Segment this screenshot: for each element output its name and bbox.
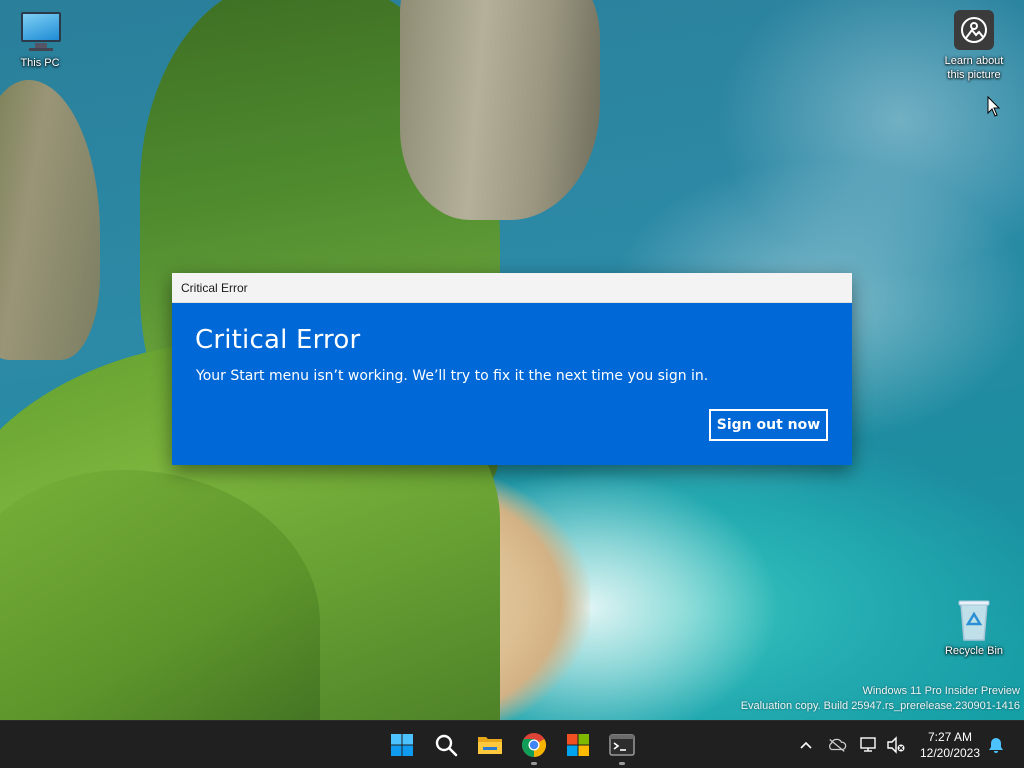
volume-muted-icon (887, 736, 905, 754)
running-indicator (619, 762, 625, 765)
file-explorer-icon (478, 737, 502, 754)
terminal-icon (609, 734, 635, 756)
taskbar-chrome[interactable] (518, 729, 550, 765)
desktop-icon-label: Learn about (944, 55, 1004, 67)
notifications-button[interactable] (986, 735, 1006, 755)
clock-date: 12/20/2023 (919, 746, 981, 760)
search-icon (435, 734, 458, 757)
start-button[interactable] (386, 729, 418, 761)
onedrive-tray-button[interactable] (827, 735, 847, 755)
mouse-cursor-icon (987, 95, 1001, 123)
network-tray-button[interactable] (859, 735, 879, 755)
taskbar-terminal[interactable] (606, 729, 638, 765)
dialog-message: Your Start menu isn’t working. We’ll try… (196, 368, 709, 384)
desktop-icon-learn-about-picture[interactable]: Learn about this picture (936, 10, 1012, 82)
critical-error-dialog: Critical Error Critical Error Your Start… (172, 273, 852, 465)
onedrive-cloud-icon (829, 738, 847, 752)
watermark-build: Evaluation copy. Build 25947.rs_prerelea… (740, 700, 1020, 712)
network-icon (860, 737, 876, 752)
dialog-body: Critical Error Your Start menu isn’t wor… (172, 303, 852, 465)
windows-build-watermark: Windows 11 Pro Insider Preview Evaluatio… (741, 684, 1020, 714)
taskbar-microsoft-store[interactable] (562, 729, 594, 761)
dialog-title-bar[interactable]: Critical Error (172, 273, 852, 303)
desktop-icon-label: Recycle Bin (944, 645, 1004, 657)
desktop-icon-label: this picture (947, 69, 1001, 81)
microsoft-store-icon (567, 734, 589, 756)
windows-start-icon (391, 734, 413, 756)
desktop-icon-recycle-bin[interactable]: Recycle Bin (936, 598, 1012, 658)
taskbar-clock[interactable]: 7:27 AM 12/20/2023 (912, 729, 988, 761)
chrome-icon (521, 733, 547, 757)
volume-tray-button[interactable] (886, 735, 906, 755)
watermark-edition: Windows 11 Pro Insider Preview (862, 685, 1020, 697)
show-hidden-icons-button[interactable] (796, 735, 816, 755)
desktop-icon-label: This PC (20, 57, 60, 69)
sign-out-now-button[interactable]: Sign out now (709, 409, 828, 441)
chevron-up-icon (800, 741, 812, 749)
taskbar-file-explorer[interactable] (474, 729, 506, 761)
desktop-icon-this-pc[interactable]: This PC (2, 10, 78, 70)
dialog-heading: Critical Error (195, 325, 361, 355)
taskbar-search-button[interactable] (430, 729, 462, 761)
running-indicator (531, 762, 537, 765)
clock-time: 7:27 AM (927, 730, 973, 744)
this-pc-icon (19, 10, 61, 54)
notification-bell-icon (989, 738, 1003, 753)
taskbar: 7:27 AM 12/20/2023 (0, 720, 1024, 768)
recycle-bin-icon (956, 598, 992, 642)
learn-about-picture-icon (954, 10, 994, 50)
wallpaper-rock-face (400, 0, 600, 220)
dialog-window-title: Critical Error (181, 281, 248, 295)
